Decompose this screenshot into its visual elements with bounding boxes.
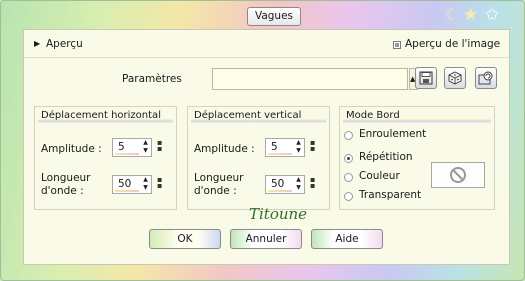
wavelength-label-1: Longueur <box>41 172 91 184</box>
preview-bar: ▶ Aperçu Aperçu de l'image <box>24 30 509 58</box>
horizontal-amplitude-spinbox[interactable]: 5 ▲ ▼ <box>112 138 152 157</box>
wavelength-label-2: d'onde : <box>194 185 237 197</box>
radio-repeat[interactable] <box>344 154 353 163</box>
radio-transparent[interactable] <box>344 192 353 201</box>
color-swatch[interactable] <box>431 162 485 188</box>
randomize-icon[interactable]: ▪ ▪ <box>310 139 316 153</box>
ok-button[interactable]: OK <box>149 229 221 249</box>
group-title: Déplacement vertical <box>191 109 326 123</box>
group-title: Mode Bord <box>343 109 491 123</box>
cancel-button[interactable]: Annuler <box>230 229 302 249</box>
triangle-right-icon[interactable]: ▶ <box>34 39 40 48</box>
radio-repeat-label[interactable]: Répétition <box>359 151 413 164</box>
spin-arrows-icon[interactable]: ▲ ▼ <box>140 176 151 193</box>
randomize-icon[interactable]: ▪ ▪ <box>157 176 163 190</box>
vertical-wavelength-spinbox[interactable]: 50 ▲ ▼ <box>265 175 305 194</box>
randomize-icon[interactable]: ▪ ▪ <box>157 139 163 153</box>
help-button[interactable]: Aide <box>311 229 383 249</box>
spin-value: 5 <box>271 141 278 153</box>
spin-value: 5 <box>118 141 125 153</box>
amplitude-label: Amplitude : <box>41 143 102 155</box>
save-preset-icon <box>419 71 433 85</box>
group-title: Déplacement horizontal <box>38 109 173 123</box>
reset-preset-icon <box>478 71 493 85</box>
random-preset-button[interactable] <box>444 67 466 89</box>
horizontal-wavelength-spinbox[interactable]: 50 ▲ ▼ <box>112 175 152 194</box>
vertical-displacement-group: Déplacement vertical Amplitude : 5 ▲ ▼ ▪ ▪… <box>187 106 330 210</box>
radio-wrap-label[interactable]: Enroulement <box>359 128 426 141</box>
image-preview-checkbox[interactable] <box>393 38 401 51</box>
spin-arrows-icon[interactable]: ▲ ▼ <box>293 176 304 193</box>
random-dice-icon <box>448 71 462 85</box>
spin-value: 50 <box>118 178 132 190</box>
image-preview-label: Aperçu de l'image <box>405 38 501 50</box>
reset-preset-button[interactable] <box>475 67 497 89</box>
preset-combo[interactable] <box>212 68 408 90</box>
star-icon: ★ <box>463 5 479 25</box>
wavelength-label-1: Longueur <box>194 172 244 184</box>
horizontal-displacement-group: Déplacement horizontal Amplitude : 5 ▲ ▼ … <box>34 106 177 210</box>
star-outline-icon: ✩ <box>485 5 500 25</box>
radio-wrap[interactable] <box>344 131 353 140</box>
save-preset-button[interactable] <box>415 67 437 89</box>
divider <box>24 57 509 58</box>
radio-color-label[interactable]: Couleur <box>359 170 400 183</box>
radio-transparent-label[interactable]: Transparent <box>359 189 421 202</box>
preview-toggle[interactable]: Aperçu <box>46 38 83 51</box>
window-title: Vagues <box>247 7 301 26</box>
spin-arrows-icon[interactable]: ▲ ▼ <box>293 139 304 156</box>
wavelength-label-2: d'onde : <box>41 185 84 197</box>
amplitude-label: Amplitude : <box>194 143 255 155</box>
randomize-icon[interactable]: ▪ ▪ <box>310 176 316 190</box>
radio-color[interactable] <box>344 173 353 182</box>
checkbox-icon <box>393 41 401 49</box>
dialog-frame: Vagues ☾ ★ ✩ ▶ Aperçu Aperçu de l'image … <box>0 0 525 281</box>
params-label: Paramètres <box>122 73 182 85</box>
moon-icon: ☾ <box>445 5 461 25</box>
spin-arrows-icon[interactable]: ▲ ▼ <box>140 139 151 156</box>
dialog-client: ▶ Aperçu Aperçu de l'image Paramètres ▲▼ <box>23 29 510 265</box>
no-color-icon <box>450 167 466 183</box>
edge-mode-group: Mode Bord Enroulement Répétition Couleur… <box>339 106 495 210</box>
spin-value: 50 <box>271 178 285 190</box>
vertical-amplitude-spinbox[interactable]: 5 ▲ ▼ <box>265 138 305 157</box>
signature-watermark: Titoune <box>249 205 308 223</box>
